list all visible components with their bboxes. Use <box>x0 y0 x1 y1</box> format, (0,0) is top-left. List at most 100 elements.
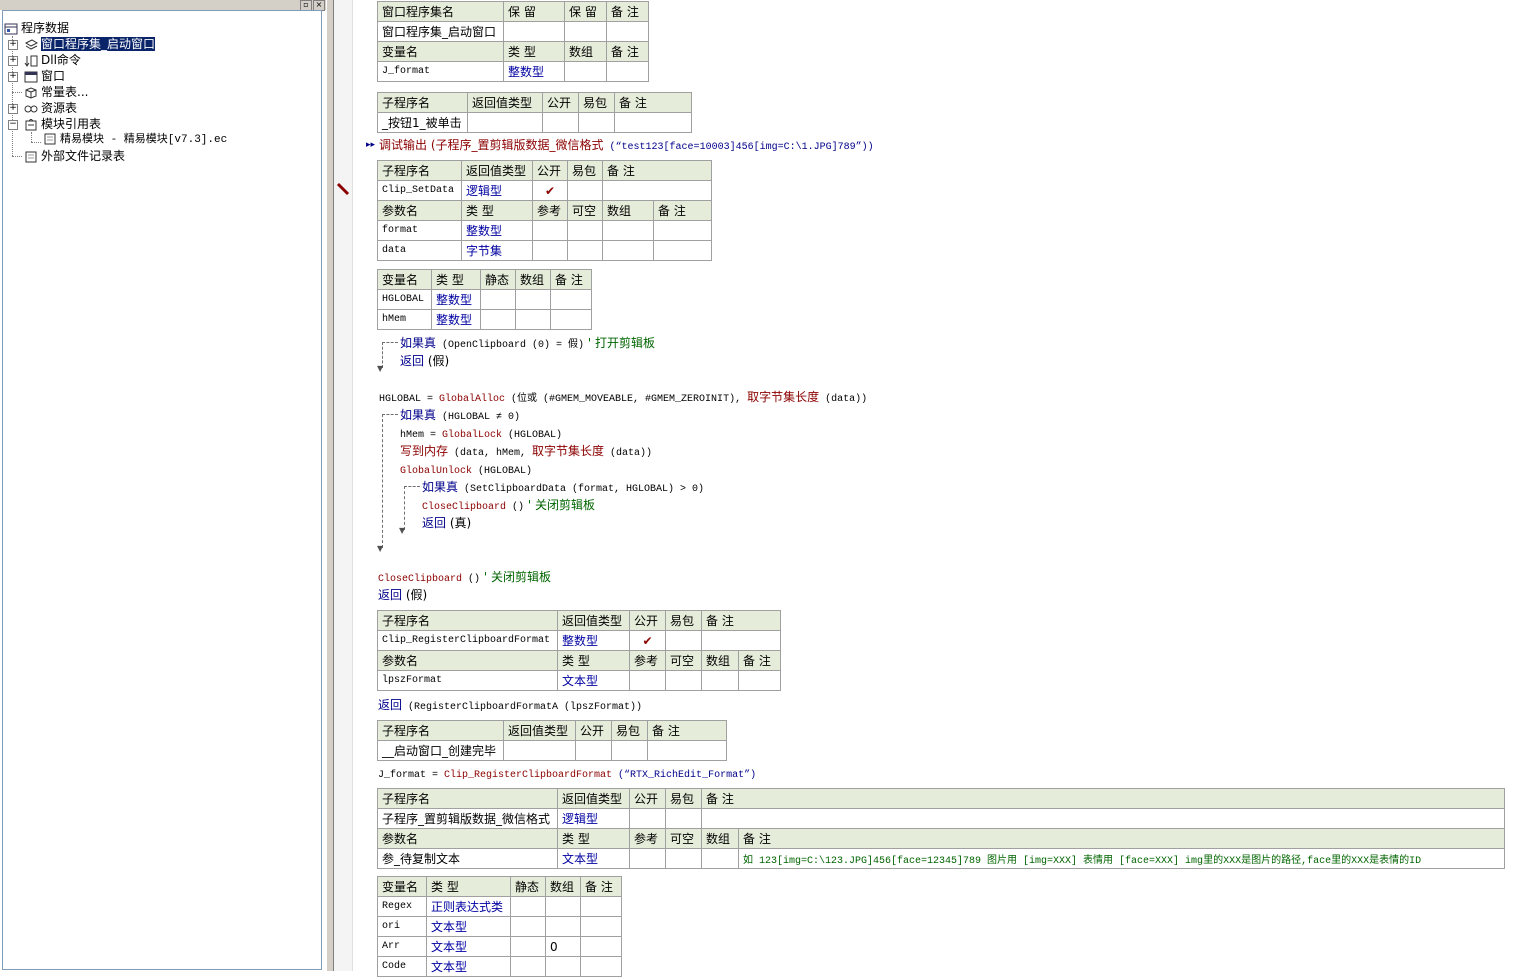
cell[interactable] <box>653 220 712 241</box>
code-line[interactable]: 调试输出 (子程序_置剪辑版数据_微信格式 (“test123[face=100… <box>379 136 874 154</box>
sub-name[interactable]: Clip_SetData <box>377 180 462 201</box>
code-line[interactable]: CloseClipboard () ' 关闭剪辑板 <box>422 496 595 514</box>
sub-name[interactable]: __启动窗口_创建完毕 <box>377 740 504 761</box>
code-line[interactable]: HGLOBAL = GlobalAlloc (位或 (#GMEM_MOVEABL… <box>379 388 867 406</box>
tree-item-dll[interactable]: Dll命令 <box>24 52 81 68</box>
cell[interactable] <box>629 808 666 829</box>
breakpoint-pen-icon[interactable] <box>336 182 360 201</box>
cell[interactable] <box>653 240 712 261</box>
cell[interactable] <box>580 896 622 917</box>
cell[interactable] <box>614 112 692 133</box>
cell[interactable] <box>701 808 1505 829</box>
cell[interactable] <box>629 670 666 691</box>
code-line[interactable]: 如果真 (SetClipboardData (format, HGLOBAL) … <box>422 478 704 496</box>
cell[interactable] <box>550 289 592 310</box>
var-name[interactable]: Code <box>377 956 427 977</box>
code-line[interactable]: J_format = Clip_RegisterClipboardFormat … <box>378 764 756 782</box>
cell[interactable] <box>515 309 551 330</box>
var-name[interactable]: J_format <box>377 61 504 82</box>
var-type[interactable]: 文本型 <box>426 956 511 977</box>
cell[interactable] <box>510 956 546 977</box>
cell[interactable] <box>567 220 603 241</box>
cell[interactable] <box>580 916 622 937</box>
cell[interactable] <box>602 180 712 201</box>
public-check-icon[interactable]: ✔ <box>629 630 666 651</box>
var-name[interactable]: hMem <box>377 309 432 330</box>
cell[interactable] <box>510 916 546 937</box>
code-line[interactable]: 返回 (真) <box>422 514 471 532</box>
expand-icon[interactable]: + <box>8 56 18 66</box>
tree-item-assembly[interactable]: 窗口程序集_启动窗口 <box>24 36 157 52</box>
param-remark[interactable]: 如 123[img=C:\123.JPG]456[face=12345]789 … <box>738 848 1505 869</box>
cell[interactable] <box>601 240 655 261</box>
expand-icon[interactable]: + <box>8 40 18 50</box>
tree-item-resources[interactable]: 资源表 <box>24 100 77 116</box>
cell[interactable] <box>545 916 581 937</box>
cell[interactable] <box>629 848 666 869</box>
public-check-icon[interactable]: ✔ <box>532 180 568 201</box>
var-name[interactable]: HGLOBAL <box>377 289 432 310</box>
cell[interactable] <box>503 21 565 42</box>
var-type[interactable]: 正则表达式类 <box>426 896 511 917</box>
param-name[interactable]: data <box>377 240 462 261</box>
param-type[interactable]: 字节集 <box>461 240 533 261</box>
tree-item-modules[interactable]: 模块引用表 <box>24 116 101 132</box>
cell[interactable] <box>665 670 702 691</box>
cell[interactable] <box>510 896 546 917</box>
cell[interactable] <box>665 808 702 829</box>
cell[interactable] <box>480 309 516 330</box>
tree-item-module-file[interactable]: 精易模块 - 精易模块[v7.3].ec <box>43 132 227 148</box>
cell[interactable] <box>575 740 612 761</box>
cell[interactable] <box>580 936 622 957</box>
var-name[interactable]: Regex <box>377 896 427 917</box>
pane-splitter[interactable] <box>326 0 334 971</box>
param-name[interactable]: 参_待复制文本 <box>377 848 558 869</box>
code-line[interactable]: hMem = GlobalLock (HGLOBAL) <box>400 424 562 442</box>
param-type[interactable]: 文本型 <box>557 848 630 869</box>
return-type[interactable]: 整数型 <box>557 630 630 651</box>
cell[interactable] <box>611 740 648 761</box>
cell[interactable] <box>532 220 568 241</box>
cell[interactable] <box>545 896 581 917</box>
cell[interactable] <box>532 240 568 261</box>
code-line[interactable]: 返回 (RegisterClipboardFormatA (lpszFormat… <box>378 696 642 714</box>
param-name[interactable]: lpszFormat <box>377 670 558 691</box>
return-type[interactable]: 逻辑型 <box>557 808 630 829</box>
cell[interactable] <box>542 112 579 133</box>
expand-icon[interactable]: + <box>8 72 18 82</box>
cell[interactable] <box>545 956 581 977</box>
cell[interactable]: 0 <box>545 936 581 957</box>
var-type[interactable]: 文本型 <box>426 916 511 937</box>
cell[interactable] <box>550 309 592 330</box>
cell[interactable] <box>510 936 546 957</box>
cell[interactable] <box>580 956 622 977</box>
var-name[interactable]: Arr <box>377 936 427 957</box>
return-type[interactable]: 逻辑型 <box>461 180 533 201</box>
cell[interactable] <box>701 670 739 691</box>
cell[interactable] <box>665 848 702 869</box>
cell[interactable] <box>606 61 649 82</box>
cell[interactable] <box>567 240 603 261</box>
cell[interactable] <box>738 670 781 691</box>
sub-name[interactable]: _按钮1_被单击 <box>377 112 468 133</box>
code-line[interactable]: 返回 (假) <box>378 586 427 604</box>
cell[interactable] <box>701 630 781 651</box>
tree-item-constants[interactable]: 常量表... <box>24 84 88 100</box>
sub-name[interactable]: 子程序_置剪辑版数据_微信格式 <box>377 808 558 829</box>
code-line[interactable]: 如果真 (HGLOBAL ≠ 0) <box>400 406 520 424</box>
param-type[interactable]: 整数型 <box>461 220 533 241</box>
sub-name[interactable]: Clip_RegisterClipboardFormat <box>377 630 558 651</box>
cell[interactable] <box>578 112 615 133</box>
tree-root[interactable]: 程序数据 <box>4 20 69 36</box>
collapse-icon[interactable]: − <box>8 120 18 130</box>
var-type[interactable]: 整数型 <box>431 289 481 310</box>
cell[interactable] <box>567 180 603 201</box>
code-line[interactable]: 写到内存 (data, hMem, 取字节集长度 (data)) <box>400 442 652 460</box>
cell[interactable] <box>601 220 655 241</box>
code-line[interactable]: 返回 (假) <box>400 352 449 370</box>
param-type[interactable]: 文本型 <box>557 670 630 691</box>
cell[interactable] <box>564 21 607 42</box>
cell[interactable] <box>606 21 649 42</box>
expand-icon[interactable]: + <box>8 104 18 114</box>
code-line[interactable]: CloseClipboard () ' 关闭剪辑板 <box>378 568 551 586</box>
